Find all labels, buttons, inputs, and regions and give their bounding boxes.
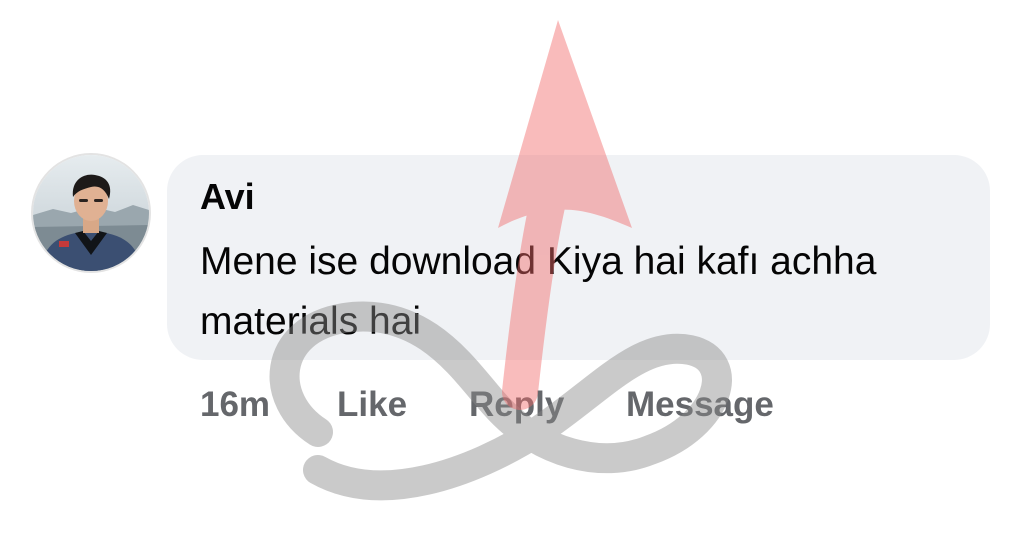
avatar[interactable] [33, 155, 149, 271]
comment-text: Mene ise download Kiya hai kafı achha ma… [200, 240, 877, 343]
comment-bubble: Avi Mene ise download Kiya hai kafı achh… [167, 155, 990, 360]
reply-button[interactable]: Reply [469, 383, 564, 427]
comment-timestamp: 16m [200, 385, 271, 424]
comment-author[interactable]: Avi [200, 179, 255, 215]
comment-screen: Avi Mene ise download Kiya hai kafı achh… [0, 0, 1024, 551]
like-button[interactable]: Like [337, 383, 407, 427]
message-button[interactable]: Message [626, 383, 774, 427]
profile-photo-icon [33, 155, 149, 271]
